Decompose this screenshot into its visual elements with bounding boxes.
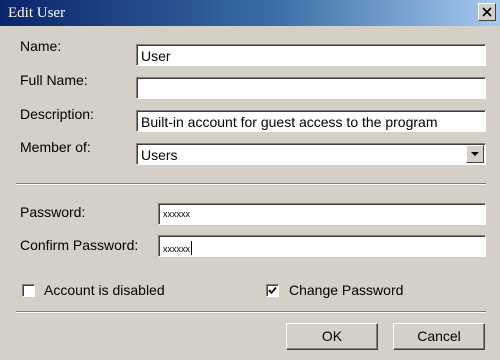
- description-label: Description:: [20, 106, 94, 122]
- member-of-select[interactable]: Users: [136, 143, 486, 165]
- description-input[interactable]: Built-in account for guest access to the…: [136, 110, 486, 132]
- checkmark-icon: [268, 286, 277, 295]
- account-disabled-label: Account is disabled: [44, 282, 165, 298]
- member-of-label: Member of:: [20, 139, 91, 155]
- ok-button[interactable]: OK: [286, 323, 378, 350]
- window-title: Edit User: [8, 5, 66, 21]
- chevron-down-icon: [471, 152, 479, 156]
- close-icon: [482, 7, 492, 17]
- cancel-button[interactable]: Cancel: [393, 323, 485, 350]
- name-label: Name:: [20, 38, 62, 54]
- edit-user-dialog: Edit User Name: User Full Name: Descript…: [0, 0, 500, 360]
- confirm-password-input[interactable]: xxxxxx: [158, 235, 486, 257]
- confirm-password-label: Confirm Password:: [20, 237, 139, 253]
- title-bar[interactable]: Edit User: [0, 0, 500, 26]
- separator-top: [16, 183, 486, 185]
- full-name-input[interactable]: [136, 77, 486, 99]
- separator-bottom: [16, 311, 486, 313]
- member-of-value: Users: [141, 147, 178, 163]
- member-of-dropdown-button[interactable]: [466, 145, 484, 163]
- account-disabled-checkbox[interactable]: [22, 284, 35, 297]
- change-password-label: Change Password: [289, 282, 404, 298]
- name-input[interactable]: User: [136, 44, 486, 66]
- confirm-password-value: xxxxxx: [163, 244, 190, 254]
- close-button[interactable]: [478, 3, 496, 21]
- password-label: Password:: [20, 204, 86, 220]
- change-password-checkbox[interactable]: [266, 284, 279, 297]
- password-input[interactable]: xxxxxx: [158, 203, 486, 225]
- full-name-label: Full Name:: [20, 72, 88, 88]
- text-cursor: [191, 241, 192, 255]
